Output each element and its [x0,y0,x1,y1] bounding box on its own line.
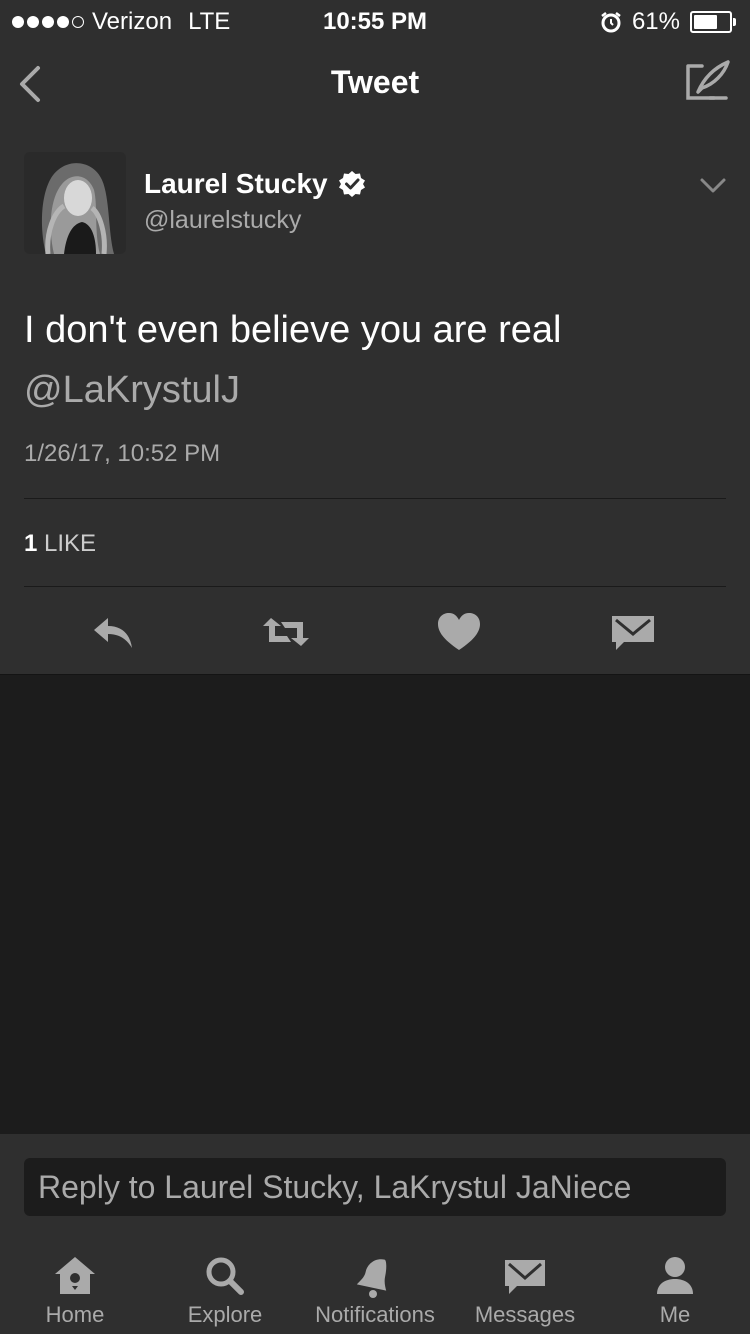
search-icon [206,1257,244,1295]
avatar-photo [24,152,126,254]
page-title: Tweet [330,64,420,100]
avatar[interactable] [24,152,126,254]
alarm-clock-icon [601,12,621,33]
status-bar: Verizon LTE 10:55 PM 61% [0,0,750,42]
tweet-timestamp: 1/26/17, 10:52 PM [24,440,221,467]
message-icon[interactable] [608,610,658,654]
tab-label: Messages [474,1302,576,1327]
tab-label: Home [45,1302,105,1327]
person-icon [657,1257,693,1294]
battery-percent: 61% [631,8,680,35]
tweet-mention-link[interactable]: @LaKrystulJ [24,360,724,420]
tab-home[interactable]: Home [0,1244,150,1334]
reply-bar [0,1134,750,1244]
tab-label: Explore [187,1302,263,1327]
tab-label: Notifications [315,1302,435,1327]
tab-messages[interactable]: Messages [450,1244,600,1334]
divider [24,586,726,587]
author-name[interactable]: Laurel Stucky [144,168,328,200]
battery-icon [690,11,736,33]
reply-icon[interactable] [88,610,138,654]
tab-notifications[interactable]: Notifications [300,1244,450,1334]
reply-input[interactable] [24,1158,726,1216]
tab-explore[interactable]: Explore [150,1244,300,1334]
tweet-body: I don't even believe you are real [24,309,562,351]
envelope-icon [505,1260,545,1294]
like-count-row[interactable]: 1 LIKE [24,530,96,558]
heart-icon[interactable] [434,610,484,654]
tweet-detail: Laurel Stucky @laurelstucky I don't even… [0,128,750,675]
tweet-text: I don't even believe you are real @LaKry… [24,300,724,420]
retweet-icon[interactable] [261,610,311,654]
like-label: LIKE [44,530,97,557]
compose-icon[interactable] [684,58,732,106]
like-count: 1 [24,530,38,557]
chevron-down-icon[interactable] [698,176,728,196]
status-right: 61% [600,8,736,36]
tab-me[interactable]: Me [600,1244,750,1334]
tab-label: Me [659,1302,691,1327]
bell-icon [356,1259,387,1298]
divider [24,498,726,499]
verified-badge-icon [338,171,365,197]
nav-bar: Tweet [0,42,750,129]
tab-bar: Home Explore Notifications Messages Me [0,1244,750,1334]
home-icon [55,1257,95,1294]
author-row: Laurel Stucky [144,168,366,200]
author-handle[interactable]: @laurelstucky [144,206,301,235]
tweet-actions [0,604,750,664]
